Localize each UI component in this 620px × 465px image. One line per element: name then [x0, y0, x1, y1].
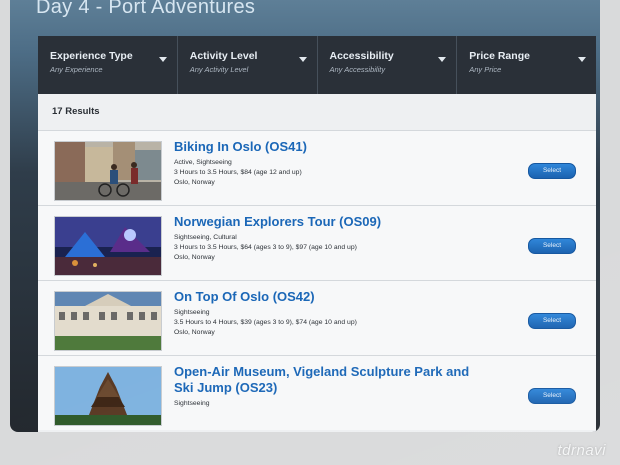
activity-level-filter[interactable]: Activity Level Any Activity Level: [178, 36, 318, 94]
item-location: Oslo, Norway: [174, 179, 215, 186]
select-button[interactable]: Select: [528, 313, 576, 329]
explorers-photo: [54, 216, 162, 276]
oslo-building-photo: [54, 291, 162, 351]
filter-value: Any Experience: [50, 65, 103, 74]
chevron-down-icon: [298, 57, 307, 62]
list-item[interactable]: Norwegian Explorers Tour (OS09) Sightsee…: [38, 205, 596, 280]
filter-label: Price Range: [469, 50, 530, 62]
select-button[interactable]: Select: [528, 238, 576, 254]
item-category: Sightseeing, Cultural: [174, 234, 237, 241]
item-title[interactable]: On Top Of Oslo (OS42): [174, 289, 474, 305]
filter-value: Any Activity Level: [189, 65, 249, 74]
item-category: Sightseeing: [174, 309, 210, 316]
item-details: 3 Hours to 3.5 Hours, $84 (age 12 and up…: [174, 169, 302, 176]
filter-value: Any Accessibility: [329, 65, 386, 74]
list-item[interactable]: Open-Air Museum, Vigeland Sculpture Park…: [38, 355, 596, 430]
results-panel: Experience Type Any Experience Activity …: [38, 36, 596, 432]
select-button[interactable]: Select: [528, 388, 576, 404]
list-item[interactable]: Biking In Oslo (OS41) Active, Sightseein…: [38, 130, 596, 205]
results-count: 17 Results: [52, 106, 100, 117]
item-location: Oslo, Norway: [174, 254, 215, 261]
item-details: 3 Hours to 3.5 Hours, $64 (ages 3 to 9),…: [174, 244, 357, 251]
item-category: Active, Sightseeing: [174, 159, 232, 166]
item-title[interactable]: Open-Air Museum, Vigeland Sculpture Park…: [174, 364, 474, 396]
biking-photo: [54, 141, 162, 201]
select-button[interactable]: Select: [528, 163, 576, 179]
item-category: Sightseeing: [174, 400, 210, 407]
item-details: 3.5 Hours to 4 Hours, $39 (ages 3 to 9),…: [174, 319, 357, 326]
item-location: Oslo, Norway: [174, 329, 215, 336]
results-list: Biking In Oslo (OS41) Active, Sightseein…: [38, 130, 596, 430]
filter-label: Experience Type: [50, 50, 133, 62]
filter-bar: Experience Type Any Experience Activity …: [38, 36, 596, 94]
experience-type-filter[interactable]: Experience Type Any Experience: [38, 36, 178, 94]
filter-value: Any Price: [469, 65, 502, 74]
stave-church-photo: [54, 366, 162, 426]
price-range-filter[interactable]: Price Range Any Price: [457, 36, 596, 94]
watermark: tdrnavi: [557, 442, 606, 459]
screen: Day 4 - Port Adventures Experience Type …: [10, 0, 600, 432]
accessibility-filter[interactable]: Accessibility Any Accessibility: [318, 36, 458, 94]
chevron-down-icon: [158, 57, 167, 62]
item-title[interactable]: Biking In Oslo (OS41): [174, 139, 474, 155]
filter-label: Accessibility: [329, 50, 394, 62]
chevron-down-icon: [438, 57, 447, 62]
filter-label: Activity Level: [189, 50, 258, 62]
chevron-down-icon: [578, 57, 586, 62]
list-item[interactable]: On Top Of Oslo (OS42) Sightseeing 3.5 Ho…: [38, 280, 596, 355]
item-title[interactable]: Norwegian Explorers Tour (OS09): [174, 214, 474, 230]
page-title: Day 4 - Port Adventures: [36, 0, 256, 18]
